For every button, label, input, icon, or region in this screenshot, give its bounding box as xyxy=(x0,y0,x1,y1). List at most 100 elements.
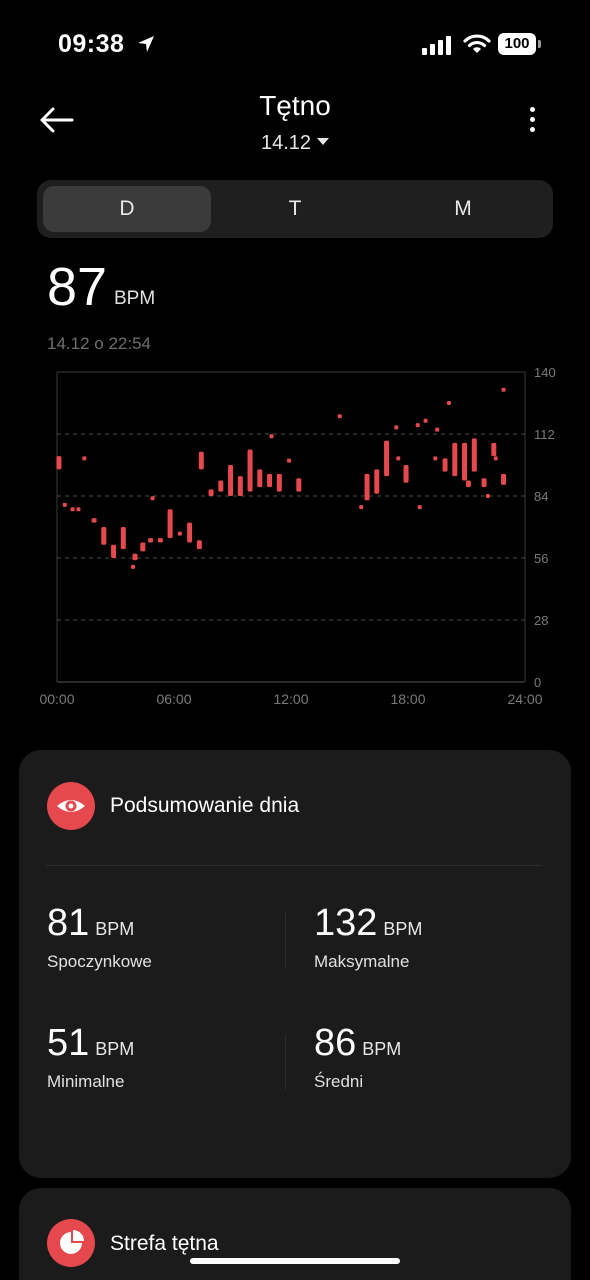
hr-range-bar xyxy=(452,442,458,477)
hr-point xyxy=(446,401,451,405)
current-bpm-value: 87 xyxy=(47,257,108,317)
tab-month[interactable]: M xyxy=(379,186,547,232)
hr-range-bar xyxy=(276,473,282,492)
hr-range-bar xyxy=(384,440,390,477)
status-bar: 09:38 100 xyxy=(0,0,590,90)
y-tick-label: 0 xyxy=(534,675,541,690)
hr-range-bar xyxy=(132,553,138,561)
x-tick-label: 06:00 xyxy=(156,691,191,707)
y-tick-label: 28 xyxy=(534,613,548,628)
hr-range-bar xyxy=(157,538,163,543)
hr-point xyxy=(433,456,438,461)
zones-title: Strefa tętna xyxy=(110,1232,219,1255)
hr-range-bar xyxy=(196,540,202,550)
hr-point xyxy=(70,507,75,512)
x-tick-label: 12:00 xyxy=(273,691,308,707)
caret-down-icon xyxy=(317,138,330,146)
hr-point xyxy=(76,507,81,512)
hr-range-bar xyxy=(140,542,146,552)
hr-range-bar xyxy=(403,465,409,483)
y-tick-label: 140 xyxy=(534,365,556,380)
x-tick-label: 18:00 xyxy=(390,691,425,707)
daily-summary-card: Podsumowanie dnia 81 BPM Spoczynkowe 132 B… xyxy=(19,750,571,1178)
status-time: 09:38 xyxy=(58,30,125,58)
hr-range-bar xyxy=(91,518,97,523)
max-bpm: 132 BPM xyxy=(314,902,423,944)
hr-range-bar xyxy=(101,527,107,545)
period-segmented-control: D T M xyxy=(37,180,553,238)
hr-range-bar xyxy=(462,442,468,481)
tab-week[interactable]: T xyxy=(211,186,379,232)
hr-range-bar xyxy=(56,456,62,470)
hr-point xyxy=(131,564,136,569)
hr-range-bar xyxy=(471,438,477,472)
hr-range-bar xyxy=(111,544,117,558)
battery-level: 100 xyxy=(498,33,536,55)
hr-range-bar xyxy=(198,451,204,470)
hr-point xyxy=(359,505,364,510)
hr-range-bar xyxy=(167,509,173,539)
tab-day[interactable]: D xyxy=(43,186,211,232)
x-tick-label: 00:00 xyxy=(39,691,74,707)
min-bpm: 51 BPM xyxy=(47,1022,135,1064)
hr-point xyxy=(423,418,428,423)
battery-icon: 100 xyxy=(498,33,542,55)
hr-range-bar xyxy=(120,527,126,550)
hr-point xyxy=(485,494,490,498)
current-bpm-timestamp: 14.12 o 22:54 xyxy=(47,334,151,353)
x-tick-label: 24:00 xyxy=(507,691,542,707)
hr-point xyxy=(337,414,342,419)
hr-range-bar xyxy=(501,473,507,485)
hr-range-bar xyxy=(228,465,234,496)
avg-bpm: 86 BPM xyxy=(314,1022,402,1064)
eye-icon xyxy=(47,782,95,830)
y-tick-label: 84 xyxy=(534,489,548,504)
pie-chart-icon xyxy=(47,1219,95,1267)
hr-point xyxy=(150,496,155,501)
hr-point xyxy=(396,456,401,461)
hr-range-bar xyxy=(187,522,193,543)
hr-range-bar xyxy=(267,473,273,488)
hr-point xyxy=(493,456,498,461)
home-indicator[interactable] xyxy=(190,1258,400,1264)
cellular-signal-icon xyxy=(422,36,451,55)
hr-range-bar xyxy=(364,473,370,501)
hr-range-bar xyxy=(465,480,471,488)
hr-point xyxy=(287,458,292,463)
hr-range-bar xyxy=(374,469,380,494)
hr-point xyxy=(501,387,506,392)
date-selector[interactable]: 14.12 xyxy=(0,132,590,155)
wifi-icon xyxy=(463,34,491,53)
y-tick-label: 112 xyxy=(534,427,555,442)
hr-point xyxy=(177,531,182,536)
more-options-icon[interactable] xyxy=(520,104,546,136)
avg-label: Średni xyxy=(314,1072,364,1091)
resting-label: Spoczynkowe xyxy=(47,952,152,971)
hr-range-bar xyxy=(257,469,263,488)
hr-range-bar xyxy=(247,449,253,492)
hr-range-bar xyxy=(237,476,243,496)
hr-range-bar xyxy=(296,478,302,492)
hr-range-bar xyxy=(218,480,224,492)
hr-range-bar xyxy=(481,478,487,488)
heart-rate-zones-card[interactable]: Strefa tętna xyxy=(19,1188,571,1280)
page-title: Tętno xyxy=(259,90,331,121)
hr-point xyxy=(417,505,422,510)
hr-range-bar xyxy=(442,458,448,472)
heart-rate-chart[interactable]: 0 28 56 84 112 140 00:00 06:00 12:00 18:00 24:00 xyxy=(0,360,590,720)
location-arrow-icon xyxy=(138,36,154,52)
resting-bpm: 81 BPM xyxy=(47,902,135,944)
hr-range-bar xyxy=(491,442,497,457)
hr-point xyxy=(415,423,420,428)
hr-point xyxy=(394,425,399,430)
summary-title: Podsumowanie dnia xyxy=(110,794,300,817)
hr-range-bar xyxy=(148,538,154,543)
hr-point xyxy=(435,427,440,432)
hr-point xyxy=(62,502,67,507)
y-tick-label: 56 xyxy=(534,551,548,566)
hr-point xyxy=(269,434,274,439)
min-label: Minimalne xyxy=(47,1072,125,1091)
date-selector-label: 14.12 xyxy=(260,132,312,154)
current-bpm-unit: BPM xyxy=(114,288,156,309)
hr-range-bar xyxy=(208,489,214,496)
